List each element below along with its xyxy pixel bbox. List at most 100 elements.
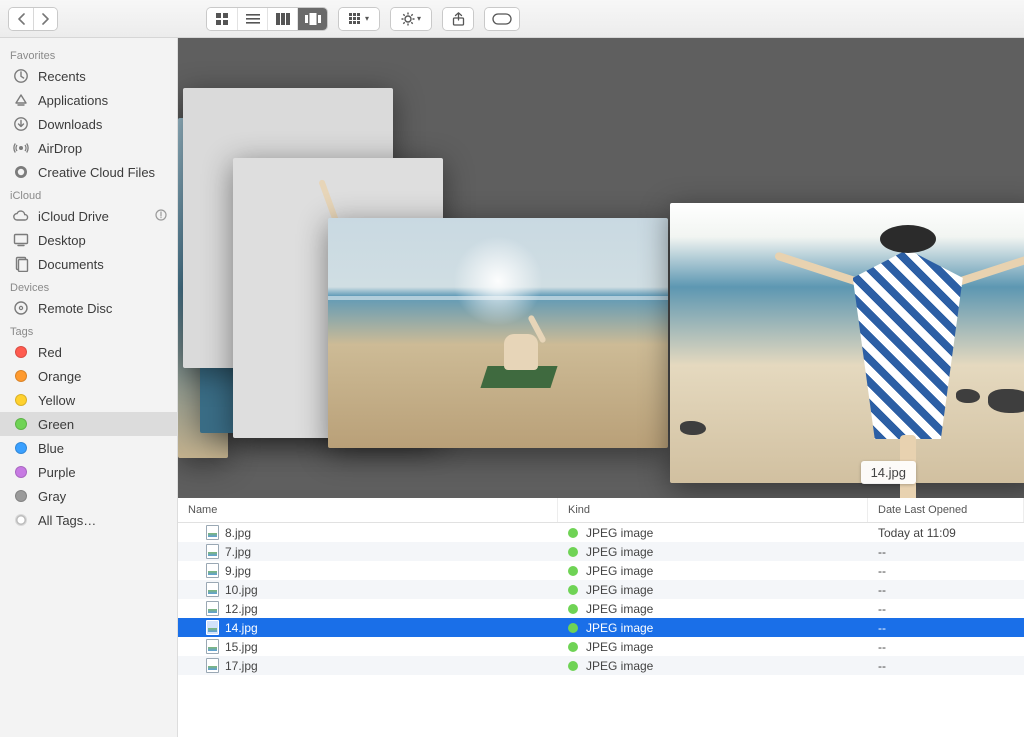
cell-kind: JPEG image: [558, 640, 868, 654]
sidebar-item-label: All Tags…: [38, 513, 96, 528]
columns-icon: [276, 13, 290, 25]
list-body[interactable]: 8.jpgJPEG imageToday at 11:097.jpgJPEG i…: [178, 523, 1024, 737]
file-name: 17.jpg: [225, 659, 258, 673]
cell-kind: JPEG image: [558, 602, 868, 616]
airdrop-icon: [12, 139, 30, 157]
cell-kind: JPEG image: [558, 526, 868, 540]
tag-icon-button[interactable]: [485, 8, 519, 30]
tag-dot-icon: [568, 642, 578, 652]
view-list-button[interactable]: [237, 8, 267, 30]
sidebar-item-label: Gray: [38, 489, 66, 504]
sidebar-item-green[interactable]: Green: [0, 412, 177, 436]
tag-dot-icon: [12, 367, 30, 385]
cell-date: --: [868, 621, 1024, 635]
main-area: FavoritesRecentsApplicationsDownloadsAir…: [0, 38, 1024, 737]
file-name: 10.jpg: [225, 583, 258, 597]
cell-date: --: [868, 640, 1024, 654]
decorative-person: [484, 318, 574, 388]
sidebar-item-downloads[interactable]: Downloads: [0, 112, 177, 136]
file-icon: [206, 601, 219, 616]
table-row[interactable]: 7.jpgJPEG image--: [178, 542, 1024, 561]
cell-date: --: [868, 659, 1024, 673]
share-button[interactable]: [442, 7, 474, 31]
list-header[interactable]: Name Kind Date Last Opened: [178, 498, 1024, 523]
share-icon: [452, 12, 465, 26]
sidebar-item-blue[interactable]: Blue: [0, 436, 177, 460]
decorative-person: [833, 225, 983, 498]
share-icon-button[interactable]: [443, 8, 473, 30]
view-columns-button[interactable]: [267, 8, 297, 30]
tag-dot-icon: [12, 511, 30, 529]
sidebar-item-applications[interactable]: Applications: [0, 88, 177, 112]
cell-name: 17.jpg: [178, 658, 558, 673]
sidebar-item-label: Applications: [38, 93, 108, 108]
sidebar[interactable]: FavoritesRecentsApplicationsDownloadsAir…: [0, 38, 178, 737]
file-name: 8.jpg: [225, 526, 251, 540]
file-name: 7.jpg: [225, 545, 251, 559]
sidebar-section-header: Tags: [0, 320, 177, 340]
sidebar-item-yellow[interactable]: Yellow: [0, 388, 177, 412]
cell-kind: JPEG image: [558, 659, 868, 673]
table-row[interactable]: 15.jpgJPEG image--: [178, 637, 1024, 656]
coverflow-area[interactable]: 14.jpg: [178, 38, 1024, 498]
tag-dot-icon: [12, 487, 30, 505]
table-row[interactable]: 17.jpg JPEG image--: [178, 656, 1024, 675]
view-coverflow-button[interactable]: [297, 8, 327, 30]
cell-kind: JPEG image: [558, 621, 868, 635]
desktop-icon: [12, 231, 30, 249]
table-row[interactable]: 14.jpg JPEG image--: [178, 618, 1024, 637]
coverflow-selected-thumb[interactable]: [670, 203, 1024, 483]
file-kind: JPEG image: [586, 564, 653, 578]
cell-kind: JPEG image: [558, 564, 868, 578]
file-icon: [206, 563, 219, 578]
view-switcher: [206, 7, 328, 31]
sidebar-item-red[interactable]: Red: [0, 340, 177, 364]
sidebar-item-creative-cloud-files[interactable]: Creative Cloud Files: [0, 160, 177, 184]
column-date-opened[interactable]: Date Last Opened: [868, 498, 1024, 522]
table-row[interactable]: 12.jpgJPEG image--: [178, 599, 1024, 618]
sidebar-item-orange[interactable]: Orange: [0, 364, 177, 388]
gear-menu-button[interactable]: ▾: [391, 8, 431, 30]
forward-button[interactable]: [33, 8, 57, 30]
tag-dot-icon: [568, 585, 578, 595]
table-row[interactable]: 8.jpg JPEG imageToday at 11:09: [178, 523, 1024, 542]
coverflow-thumb[interactable]: [328, 218, 668, 448]
file-icon: [206, 544, 219, 559]
tag-dot-icon: [568, 547, 578, 557]
cell-name: 15.jpg: [178, 639, 558, 654]
sidebar-item-all-tags[interactable]: All Tags…: [0, 508, 177, 532]
file-kind: JPEG image: [586, 583, 653, 597]
file-kind: JPEG image: [586, 602, 653, 616]
sidebar-item-recents[interactable]: Recents: [0, 64, 177, 88]
sidebar-item-airdrop[interactable]: AirDrop: [0, 136, 177, 160]
grid-icon: [215, 12, 229, 26]
chevron-left-icon: [17, 13, 26, 25]
coverflow-caption: 14.jpg: [861, 461, 916, 484]
cloud-icon: [12, 207, 30, 225]
file-icon: [206, 620, 219, 635]
column-name[interactable]: Name: [178, 498, 558, 522]
eject-icon[interactable]: [155, 209, 167, 224]
cell-name: 8.jpg: [178, 525, 558, 540]
sidebar-item-documents[interactable]: Documents: [0, 252, 177, 276]
tag-dot-icon: [568, 604, 578, 614]
column-kind[interactable]: Kind: [558, 498, 868, 522]
back-button[interactable]: [9, 8, 33, 30]
sidebar-item-purple[interactable]: Purple: [0, 460, 177, 484]
action-menu-button[interactable]: ▾: [390, 7, 432, 31]
tags-button[interactable]: [484, 7, 520, 31]
sidebar-item-icloud-drive[interactable]: iCloud Drive: [0, 204, 177, 228]
table-row[interactable]: 10.jpgJPEG image--: [178, 580, 1024, 599]
arrange-icon-button[interactable]: ▾: [339, 8, 379, 30]
sidebar-item-label: Orange: [38, 369, 81, 384]
arrange-button[interactable]: ▾: [338, 7, 380, 31]
table-row[interactable]: 9.jpgJPEG image--: [178, 561, 1024, 580]
sidebar-item-remote-disc[interactable]: Remote Disc: [0, 296, 177, 320]
file-name: 14.jpg: [225, 621, 258, 635]
tag-dot-icon: [12, 343, 30, 361]
sidebar-item-label: Blue: [38, 441, 64, 456]
sidebar-item-desktop[interactable]: Desktop: [0, 228, 177, 252]
sidebar-item-gray[interactable]: Gray: [0, 484, 177, 508]
view-icons-button[interactable]: [207, 8, 237, 30]
cell-date: Today at 11:09: [868, 526, 1024, 540]
